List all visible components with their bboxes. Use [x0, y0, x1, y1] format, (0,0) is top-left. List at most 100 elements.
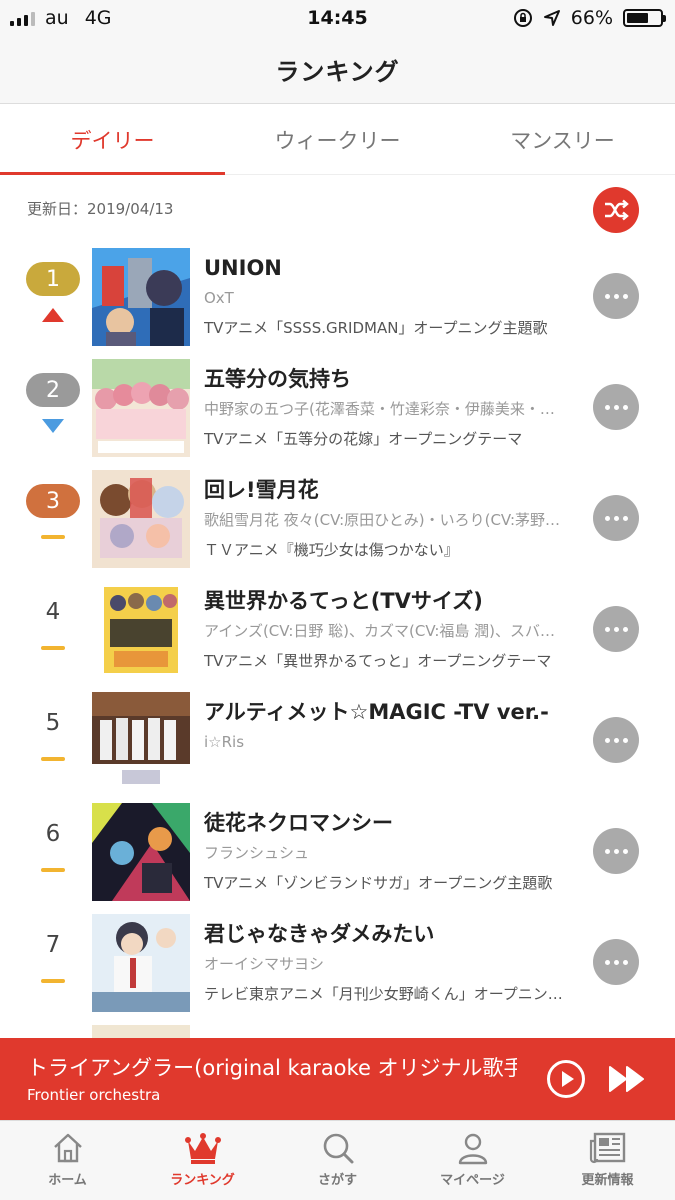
person-icon	[458, 1133, 487, 1165]
ranking-row[interactable]: 4 異世界かるてっと(TVサイズ) アインズ(CV:日野 聡)、カズマ(CV:福…	[0, 577, 675, 688]
play-icon	[562, 1071, 574, 1087]
album-art	[92, 470, 190, 568]
album-art	[92, 581, 190, 679]
period-tabs: デイリー ウィークリー マンスリー	[0, 105, 675, 175]
battery-icon	[623, 9, 666, 27]
rank-column: 7	[25, 928, 81, 988]
rank-column: 1	[25, 262, 81, 322]
song-artist: アインズ(CV:日野 聡)、カズマ(CV:福島 潤)、スバ…	[204, 622, 556, 640]
song-title: 五等分の気持ち	[204, 367, 351, 391]
song-info: 徒花ネクロマンシー フランシュシュ TVアニメ「ゾンビランドサガ」オープニング主…	[204, 809, 572, 893]
shuffle-button[interactable]	[593, 187, 639, 233]
album-art	[92, 692, 190, 790]
trend-same-icon	[41, 757, 65, 761]
rank-column: 5	[25, 706, 81, 766]
tab-ranking[interactable]: ランキング	[135, 1121, 270, 1200]
trend-down-icon	[42, 419, 64, 433]
navigation-bar: ランキング	[0, 36, 675, 104]
song-title: アルティメット☆MAGIC -TV ver.-	[204, 700, 549, 724]
bottom-tab-bar: ホーム ランキング さがす マイページ 更新情報	[0, 1120, 675, 1200]
ranking-row[interactable]: 2 五等分の気持ち 中野家の五つ子(花澤香菜・竹達彩奈・伊藤美来・… TVアニメ…	[0, 355, 675, 466]
song-artist: フランシュシュ	[204, 844, 310, 862]
tab-news-label: 更新情報	[581, 1173, 634, 1188]
newspaper-icon	[589, 1132, 625, 1164]
page-title: ランキング	[275, 58, 400, 86]
update-date: 更新日：2019/04/13	[27, 200, 174, 218]
song-artist: オーイシマサヨシ	[204, 955, 325, 973]
home-icon	[53, 1133, 82, 1163]
trend-indicator	[41, 530, 65, 544]
song-description: テレビ東京アニメ「月刊少女野崎くん」オープニン…	[204, 985, 563, 1003]
song-info: UNION OxT TVアニメ「SSSS.GRIDMAN」オープニング主題歌	[204, 254, 572, 338]
tab-mypage-label: マイページ	[440, 1173, 505, 1188]
rotation-lock-icon	[513, 9, 532, 27]
song-artist: OxT	[204, 289, 234, 307]
more-button[interactable]	[593, 717, 639, 763]
song-title: 徒花ネクロマンシー	[204, 811, 393, 835]
ranking-screen: au 4G 14:45 66% ランキング デイリー ウィークリー マンスリー …	[0, 0, 675, 1200]
trend-indicator	[42, 419, 64, 433]
tab-news[interactable]: 更新情報	[540, 1121, 675, 1200]
tab-home[interactable]: ホーム	[0, 1121, 135, 1200]
ranking-row[interactable]: 6 徒花ネクロマンシー フランシュシュ TVアニメ「ゾンビランドサガ」オープニン…	[0, 799, 675, 910]
tab-daily[interactable]: デイリー	[0, 105, 225, 175]
song-title: 異世界かるてっと(TVサイズ)	[204, 589, 483, 613]
trend-same-icon	[41, 868, 65, 872]
play-button[interactable]	[547, 1060, 585, 1098]
album-art	[92, 914, 190, 1012]
update-row: 更新日：2019/04/13	[0, 184, 675, 236]
rank-column: 2	[25, 373, 81, 433]
song-info: 五等分の気持ち 中野家の五つ子(花澤香菜・竹達彩奈・伊藤美来・… TVアニメ「五…	[204, 365, 572, 449]
trend-same-icon	[41, 979, 65, 983]
song-description: TVアニメ「SSSS.GRIDMAN」オープニング主題歌	[204, 319, 548, 337]
song-info: アルティメット☆MAGIC -TV ver.- i☆Ris	[204, 698, 572, 762]
ranking-row[interactable]: 1 UNION OxT TVアニメ「SSSS.GRIDMAN」オープニング主題歌	[0, 244, 675, 355]
battery-percent: 66%	[570, 7, 613, 29]
now-playing-title: トライアングラー(original karaoke オリジナル歌手	[27, 1056, 517, 1080]
fast-forward-icon	[609, 1066, 644, 1092]
trend-indicator	[41, 974, 65, 988]
shuffle-icon	[605, 199, 629, 221]
more-button[interactable]	[593, 606, 639, 652]
tab-monthly[interactable]: マンスリー	[450, 105, 675, 174]
tab-home-label: ホーム	[48, 1173, 87, 1188]
now-playing-bar[interactable]: トライアングラー(original karaoke オリジナル歌手 Fronti…	[0, 1038, 675, 1120]
ranking-row[interactable]: 3 回レ!雪月花 歌組雪月花 夜々(CV:原田ひとみ)・いろり(CV:茅野… Ｔ…	[0, 466, 675, 577]
trend-indicator	[42, 308, 64, 322]
more-button[interactable]	[593, 828, 639, 874]
ranking-row[interactable]: 5 アルティメット☆MAGIC -TV ver.- i☆Ris	[0, 688, 675, 799]
song-info: 異世界かるてっと(TVサイズ) アインズ(CV:日野 聡)、カズマ(CV:福島 …	[204, 587, 572, 671]
tab-search[interactable]: さがす	[270, 1121, 405, 1200]
rank-badge: 2	[26, 373, 80, 407]
tab-weekly[interactable]: ウィークリー	[225, 105, 450, 174]
rank-column: 3	[25, 484, 81, 544]
more-button[interactable]	[593, 273, 639, 319]
more-button[interactable]	[593, 939, 639, 985]
trend-indicator	[41, 863, 65, 877]
status-right: 66%	[513, 7, 666, 29]
now-playing-artist: Frontier orchestra	[27, 1086, 161, 1104]
fast-forward-button[interactable]	[608, 1064, 650, 1094]
tab-search-label: さがす	[317, 1173, 357, 1188]
status-bar: au 4G 14:45 66%	[0, 0, 675, 36]
trend-indicator	[41, 752, 65, 766]
rank-number: 5	[45, 710, 61, 736]
song-info: 君じゃなきゃダメみたい オーイシマサヨシ テレビ東京アニメ「月刊少女野崎くん」オ…	[204, 920, 572, 1004]
more-button[interactable]	[593, 384, 639, 430]
song-info: 回レ!雪月花 歌組雪月花 夜々(CV:原田ひとみ)・いろり(CV:茅野… ＴＶア…	[204, 476, 572, 560]
rank-number: 7	[45, 932, 61, 958]
tab-mypage[interactable]: マイページ	[405, 1121, 540, 1200]
rank-badge: 1	[26, 262, 80, 296]
ranking-row[interactable]: 7 君じゃなきゃダメみたい オーイシマサヨシ テレビ東京アニメ「月刊少女野崎くん…	[0, 910, 675, 1021]
crown-icon	[184, 1133, 221, 1164]
search-icon	[323, 1133, 353, 1164]
album-art	[92, 359, 190, 457]
rank-number: 4	[45, 599, 61, 625]
rank-badge: 3	[26, 484, 80, 518]
song-title: 回レ!雪月花	[204, 478, 319, 502]
more-button[interactable]	[593, 495, 639, 541]
trend-indicator	[41, 641, 65, 655]
trend-same-icon	[41, 646, 65, 650]
song-description: TVアニメ「異世界かるてっと」オープニングテーマ	[204, 652, 552, 670]
song-description: TVアニメ「ゾンビランドサガ」オープニング主題歌	[204, 874, 553, 892]
